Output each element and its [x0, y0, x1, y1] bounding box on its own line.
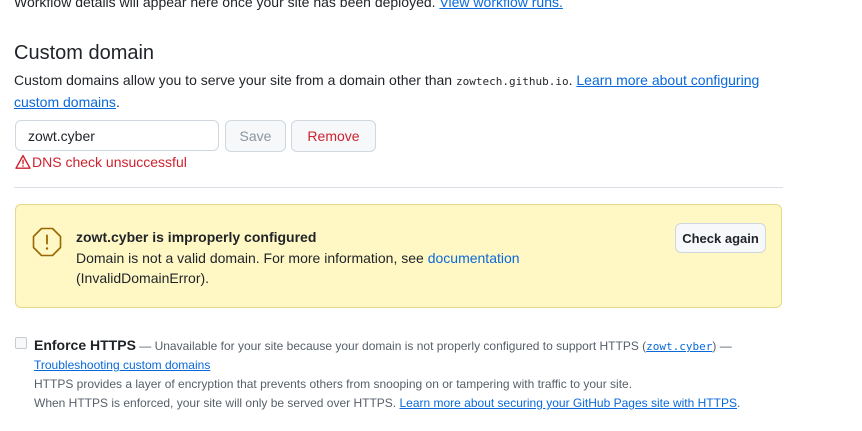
description-tail: . — [115, 94, 120, 110]
section-divider — [14, 187, 783, 188]
description-dot: . — [568, 72, 573, 88]
custom-domain-description: Custom domains allow you to serve your s… — [14, 70, 784, 113]
alert-octagon-icon — [32, 227, 62, 262]
https-enforced-tail: . — [736, 396, 741, 410]
save-button[interactable]: Save — [225, 120, 286, 152]
workflow-notice: Workflow details will appear here once y… — [14, 0, 563, 10]
dns-check-error-text: DNS check unsuccessful — [32, 154, 187, 170]
https-status-line: Enforce HTTPS — Unavailable for your sit… — [34, 336, 794, 356]
remove-button[interactable]: Remove — [291, 120, 376, 152]
dns-check-error: DNS check unsuccessful — [15, 154, 187, 170]
warning-message: Domain is not a valid domain. For more i… — [76, 248, 546, 288]
warning-message-text: Domain is not a valid domain. For more i… — [76, 250, 424, 266]
https-unavailable-tail: ) — — [712, 339, 732, 353]
enforce-https-label: Enforce HTTPS — [34, 337, 136, 353]
https-domain-link[interactable]: zowt.cyber — [646, 340, 712, 353]
troubleshooting-custom-domains-link[interactable]: Troubleshooting custom domains — [34, 358, 210, 372]
troubleshoot-line: Troubleshooting custom domains — [34, 356, 794, 375]
custom-domain-description-text: Custom domains allow you to serve your s… — [14, 72, 453, 88]
https-enforced-text: When HTTPS is enforced, your site will o… — [34, 396, 397, 410]
enforce-https-checkbox[interactable] — [15, 337, 27, 349]
warning-title: zowt.cyber is improperly configured — [76, 229, 317, 245]
https-enforced-line: When HTTPS is enforced, your site will o… — [34, 394, 794, 413]
documentation-link[interactable]: documentation — [428, 250, 520, 266]
alert-triangle-icon — [15, 154, 31, 169]
https-unavailable-text: — Unavailable for your site because your… — [139, 339, 647, 353]
view-workflow-runs-link[interactable]: View workflow runs. — [439, 0, 562, 10]
securing-pages-https-link[interactable]: Learn more about securing your GitHub Pa… — [399, 396, 737, 410]
misconfigured-warning: zowt.cyber is improperly configured Doma… — [15, 204, 782, 308]
check-again-button[interactable]: Check again — [675, 223, 766, 253]
workflow-notice-text: Workflow details will appear here once y… — [14, 0, 436, 10]
https-info-line: HTTPS provides a layer of encryption tha… — [34, 377, 633, 391]
enforce-https-section: Enforce HTTPS — Unavailable for your sit… — [34, 336, 794, 413]
warning-error-code: (InvalidDomainError). — [76, 270, 210, 286]
custom-domain-title: Custom domain — [14, 42, 155, 64]
default-domain-code: zowtech.github.io — [456, 75, 569, 88]
custom-domain-input[interactable] — [15, 120, 219, 151]
